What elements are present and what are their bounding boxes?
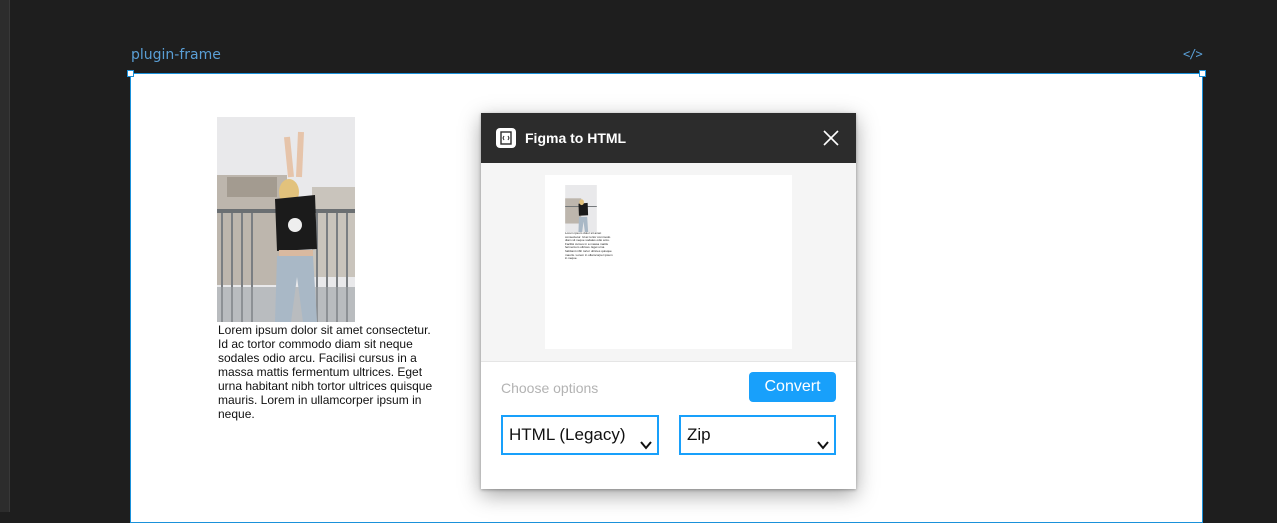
resize-handle-top-right[interactable] bbox=[1199, 70, 1206, 77]
options-label: Choose options bbox=[501, 380, 599, 396]
preview-page: Lorem ipsum dolor sit amet consectetur. … bbox=[545, 175, 792, 349]
canvas-photo[interactable] bbox=[217, 117, 355, 322]
format-select[interactable]: HTML (Legacy) bbox=[501, 415, 659, 455]
chevron-down-icon bbox=[816, 429, 830, 450]
lorem-text: Lorem ipsum dolor sit amet consectetur. … bbox=[218, 323, 433, 421]
format-select-value: HTML (Legacy) bbox=[509, 425, 626, 444]
code-icon[interactable]: </> bbox=[1183, 47, 1203, 61]
frame-label[interactable]: plugin-frame bbox=[131, 47, 221, 63]
dialog-title: Figma to HTML bbox=[525, 130, 627, 146]
plugin-dialog: Figma to HTML Lorem ipsum dolor sit amet… bbox=[481, 113, 856, 489]
resize-handle-top-left[interactable] bbox=[127, 70, 134, 77]
export-select-value: Zip bbox=[687, 425, 711, 444]
dialog-header: Figma to HTML bbox=[481, 113, 856, 163]
preview-text: Lorem ipsum dolor sit amet consectetur. … bbox=[565, 231, 613, 261]
export-select[interactable]: Zip bbox=[679, 415, 836, 455]
plugin-app-icon bbox=[496, 128, 516, 148]
convert-button[interactable]: Convert bbox=[749, 372, 836, 402]
close-icon[interactable] bbox=[822, 129, 840, 147]
preview-thumbnail bbox=[565, 185, 597, 232]
left-panel-edge bbox=[0, 0, 10, 512]
chevron-down-icon bbox=[639, 429, 653, 450]
preview-area: Lorem ipsum dolor sit amet consectetur. … bbox=[481, 163, 856, 362]
